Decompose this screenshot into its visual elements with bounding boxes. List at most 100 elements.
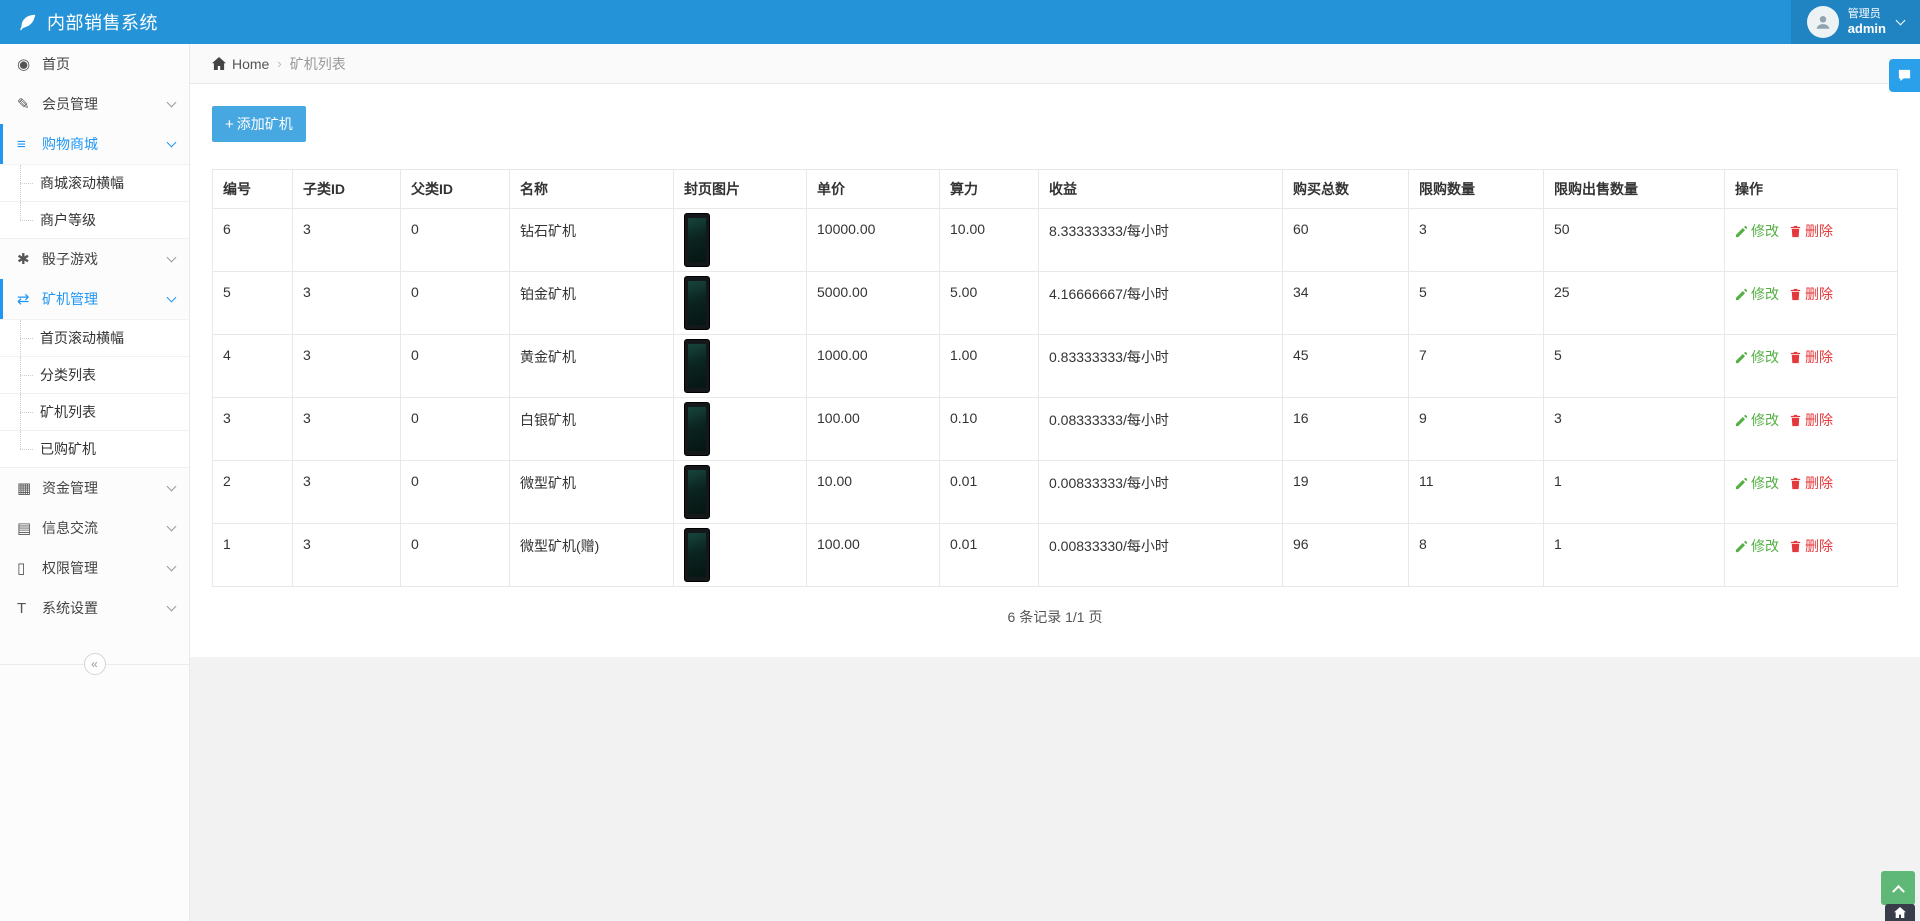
- dashboard-icon: ◉: [17, 55, 42, 73]
- sidebar-item-members[interactable]: ✎会员管理: [0, 84, 189, 124]
- sidebar-item-label: 信息交流: [42, 518, 168, 538]
- delete-link[interactable]: 删除: [1789, 473, 1833, 493]
- cell-total: 96: [1283, 524, 1409, 587]
- cell-power: 0.01: [940, 524, 1039, 587]
- cell-sub-id: 3: [293, 335, 401, 398]
- app-brand: 内部销售系统: [0, 9, 176, 35]
- cell-id: 3: [213, 398, 293, 461]
- delete-link[interactable]: 删除: [1789, 410, 1833, 430]
- cell-actions: 修改删除: [1725, 398, 1898, 461]
- user-role: 管理员: [1848, 8, 1886, 21]
- machine-cover-screen: [688, 407, 706, 451]
- user-menu[interactable]: 管理员 admin: [1791, 0, 1920, 44]
- machine-cover-image: [684, 402, 710, 456]
- cell-limit-sell: 1: [1544, 461, 1725, 524]
- sidebar-item-miners[interactable]: ⇄矿机管理: [0, 279, 189, 319]
- pencil-icon: [1735, 477, 1748, 490]
- sidebar-collapse-button[interactable]: «: [84, 653, 106, 675]
- sidebar-item-home[interactable]: ◉首页: [0, 44, 189, 84]
- cell-price: 100.00: [807, 524, 940, 587]
- chevron-down-icon: [167, 98, 177, 108]
- sidebar-subitem-mall-banner[interactable]: 商城滚动横幅: [0, 164, 189, 201]
- collapse-icon: «: [91, 657, 98, 671]
- back-to-top-button[interactable]: [1881, 871, 1915, 905]
- sidebar: ◉首页✎会员管理≡购物商城商城滚动横幅商户等级✱骰子游戏⇄矿机管理首页滚动横幅分…: [0, 44, 190, 921]
- sidebar-subitem-merchant-level[interactable]: 商户等级: [0, 201, 189, 238]
- cell-actions: 修改删除: [1725, 272, 1898, 335]
- cell-cover: [674, 524, 807, 587]
- cell-parent-id: 0: [401, 335, 510, 398]
- edit-label: 修改: [1751, 347, 1779, 367]
- sidebar-item-settings[interactable]: T系统设置: [0, 588, 189, 628]
- sidebar-subitem-category-list[interactable]: 分类列表: [0, 356, 189, 393]
- edit-link[interactable]: 修改: [1735, 410, 1779, 430]
- sidebar-item-label: 购物商城: [42, 134, 168, 154]
- breadcrumb-home-link[interactable]: Home: [212, 56, 269, 72]
- cell-limit-buy: 5: [1409, 272, 1544, 335]
- cell-name: 微型矿机: [510, 461, 674, 524]
- machine-cover-screen: [688, 281, 706, 325]
- trash-icon: [1789, 351, 1802, 364]
- edit-link[interactable]: 修改: [1735, 473, 1779, 493]
- cell-actions: 修改删除: [1725, 209, 1898, 272]
- delete-link[interactable]: 删除: [1789, 284, 1833, 304]
- sidebar-item-label: 资金管理: [42, 478, 168, 498]
- corner-widget[interactable]: [1885, 904, 1915, 921]
- top-bar: 内部销售系统 管理员 admin: [0, 0, 1920, 44]
- submenu-miners: 首页滚动横幅分类列表矿机列表已购矿机: [0, 319, 189, 468]
- cell-cover: [674, 461, 807, 524]
- app-title: 内部销售系统: [47, 9, 158, 35]
- cell-name: 白银矿机: [510, 398, 674, 461]
- sidebar-item-permissions[interactable]: ▯权限管理: [0, 548, 189, 588]
- sidebar-collapse-row: «: [0, 644, 189, 684]
- add-miner-button[interactable]: + 添加矿机: [212, 106, 306, 142]
- edit-icon: ✎: [17, 95, 42, 113]
- sidebar-item-dice[interactable]: ✱骰子游戏: [0, 239, 189, 279]
- edit-link[interactable]: 修改: [1735, 347, 1779, 367]
- delete-link[interactable]: 删除: [1789, 536, 1833, 556]
- edit-label: 修改: [1751, 221, 1779, 241]
- miner-list-panel: + 添加矿机 编号子类ID父类ID名称封页图片单价算力收益购买总数限购数量限购出…: [190, 84, 1920, 657]
- cell-id: 6: [213, 209, 293, 272]
- cell-income: 0.08333333/每小时: [1039, 398, 1283, 461]
- cell-limit-sell: 5: [1544, 335, 1725, 398]
- floating-service-icon[interactable]: [1889, 59, 1920, 92]
- sidebar-item-messages[interactable]: ▤信息交流: [0, 508, 189, 548]
- sidebar-item-funds[interactable]: ▦资金管理: [0, 468, 189, 508]
- edit-link[interactable]: 修改: [1735, 221, 1779, 241]
- message-icon: ▤: [17, 519, 42, 537]
- chevron-down-icon: [167, 522, 177, 532]
- sidebar-subitem-miner-list[interactable]: 矿机列表: [0, 393, 189, 430]
- sidebar-subitem-purchased-miners[interactable]: 已购矿机: [0, 430, 189, 467]
- table-header-row: 编号子类ID父类ID名称封页图片单价算力收益购买总数限购数量限购出售数量操作: [213, 170, 1898, 209]
- delete-link[interactable]: 删除: [1789, 347, 1833, 367]
- cell-cover: [674, 398, 807, 461]
- sidebar-subitem-home-banner[interactable]: 首页滚动横幅: [0, 319, 189, 356]
- cell-power: 0.01: [940, 461, 1039, 524]
- sidebar-item-label: 系统设置: [42, 598, 168, 618]
- chevron-down-icon: [167, 602, 177, 612]
- cell-income: 0.00833333/每小时: [1039, 461, 1283, 524]
- edit-label: 修改: [1751, 284, 1779, 304]
- cell-total: 34: [1283, 272, 1409, 335]
- text-icon: T: [17, 600, 42, 617]
- cell-limit-buy: 3: [1409, 209, 1544, 272]
- edit-link[interactable]: 修改: [1735, 284, 1779, 304]
- list-icon: ≡: [17, 136, 42, 153]
- cell-id: 4: [213, 335, 293, 398]
- cell-sub-id: 3: [293, 524, 401, 587]
- cell-actions: 修改删除: [1725, 461, 1898, 524]
- sidebar-item-mall[interactable]: ≡购物商城: [0, 124, 189, 164]
- column-header: 购买总数: [1283, 170, 1409, 209]
- cell-id: 2: [213, 461, 293, 524]
- chevron-down-icon: [167, 253, 177, 263]
- delete-link[interactable]: 删除: [1789, 221, 1833, 241]
- cell-sub-id: 3: [293, 209, 401, 272]
- edit-link[interactable]: 修改: [1735, 536, 1779, 556]
- sidebar-item-label: 会员管理: [42, 94, 168, 114]
- cell-limit-sell: 50: [1544, 209, 1725, 272]
- shuffle-icon: ⇄: [17, 290, 42, 308]
- cell-name: 黄金矿机: [510, 335, 674, 398]
- cell-cover: [674, 335, 807, 398]
- cell-income: 0.83333333/每小时: [1039, 335, 1283, 398]
